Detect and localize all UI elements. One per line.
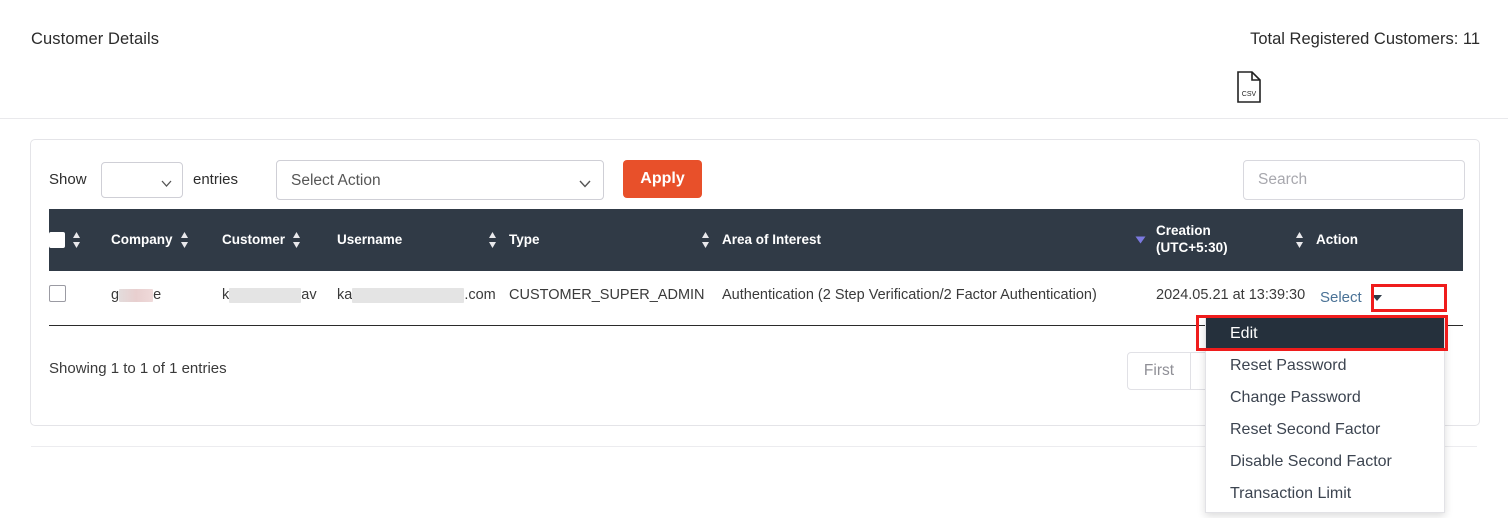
menu-item-transaction-limit[interactable]: Transaction Limit	[1206, 478, 1444, 510]
customer-table: Company Customer Username Type Area of I…	[49, 209, 1463, 326]
th-company[interactable]: Company	[111, 209, 222, 271]
svg-text:CSV: CSV	[1242, 91, 1257, 98]
show-label: Show	[49, 171, 87, 188]
table-header-row: Company Customer Username Type Area of I…	[49, 209, 1463, 271]
caret-down-icon-row-action	[1371, 295, 1382, 302]
showing-entries-text: Showing 1 to 1 of 1 entries	[49, 360, 227, 377]
customer-suffix: av	[301, 287, 317, 303]
redacted-company	[119, 288, 154, 302]
company-suffix: e	[153, 287, 162, 303]
th-creation[interactable]: Creation (UTC+5:30)	[1156, 209, 1316, 271]
sort-icon-area-of-interest-desc[interactable]	[1135, 236, 1146, 244]
redacted-username	[352, 287, 465, 303]
csv-export-icon[interactable]: CSV	[1237, 71, 1261, 103]
page-title: Customer Details	[31, 30, 160, 48]
th-creation-line1: Creation	[1156, 223, 1211, 239]
sort-icon-select-all[interactable]	[72, 231, 81, 249]
cell-row-checkbox[interactable]	[49, 271, 111, 326]
row-action-dropdown-menu: Edit Reset Password Change Password Rese…	[1205, 318, 1445, 513]
th-creation-line2: (UTC+5:30)	[1156, 240, 1228, 255]
row-select-checkbox[interactable]	[49, 285, 66, 302]
username-prefix: ka	[337, 287, 353, 303]
th-action: Action	[1316, 209, 1463, 271]
sort-icon-username[interactable]	[488, 231, 497, 249]
menu-item-change-password[interactable]: Change Password	[1206, 382, 1444, 414]
cell-customer: k av	[222, 271, 337, 326]
entries-label: entries	[193, 171, 239, 188]
sort-icon-company[interactable]	[180, 231, 189, 249]
entries-per-page-select[interactable]	[101, 162, 183, 198]
menu-item-reset-password[interactable]: Reset Password	[1206, 350, 1444, 382]
pagination-first-button[interactable]: First	[1127, 352, 1191, 390]
sort-icon-type[interactable]	[701, 231, 710, 249]
username-suffix: .com	[464, 287, 496, 303]
table-toolbar: Show entries Select Action Apply	[31, 140, 1479, 209]
apply-button[interactable]: Apply	[623, 160, 702, 198]
header-divider	[0, 118, 1508, 119]
sort-icon-customer[interactable]	[292, 231, 301, 249]
cell-area-of-interest: Authentication (2 Step Verification/2 Fa…	[722, 271, 1156, 326]
select-action-dropdown[interactable]: Select Action	[276, 160, 604, 200]
cell-username: ka .com	[337, 271, 509, 326]
th-creation-label: Creation (UTC+5:30)	[1156, 223, 1228, 257]
search-input[interactable]	[1243, 160, 1465, 200]
company-prefix: g	[111, 287, 120, 303]
cell-company: ge	[111, 271, 222, 326]
th-type[interactable]: Type	[509, 209, 722, 271]
row-action-select-button[interactable]: Select	[1316, 285, 1386, 311]
redacted-customer	[229, 287, 302, 303]
th-area-of-interest[interactable]: Area of Interest	[722, 209, 1156, 271]
customer-details-page: Customer Details Total Registered Custom…	[0, 0, 1508, 518]
sort-icon-creation[interactable]	[1295, 231, 1304, 249]
menu-item-disable-second-factor[interactable]: Disable Second Factor	[1206, 446, 1444, 478]
th-type-label: Type	[509, 231, 540, 247]
cell-type: CUSTOMER_SUPER_ADMIN	[509, 271, 722, 326]
th-action-label: Action	[1316, 231, 1358, 247]
row-action-select-label: Select	[1320, 289, 1362, 306]
th-customer[interactable]: Customer	[222, 209, 337, 271]
th-username[interactable]: Username	[337, 209, 509, 271]
th-customer-label: Customer	[222, 231, 286, 247]
th-area-of-interest-label: Area of Interest	[722, 231, 822, 247]
th-company-label: Company	[111, 231, 173, 247]
th-username-label: Username	[337, 231, 403, 247]
menu-item-reset-second-factor[interactable]: Reset Second Factor	[1206, 414, 1444, 446]
th-select-all[interactable]	[49, 209, 111, 271]
menu-item-edit[interactable]: Edit	[1206, 318, 1444, 350]
total-registered-customers: Total Registered Customers: 11	[1250, 30, 1480, 48]
customer-prefix: k	[222, 287, 230, 303]
select-all-checkbox[interactable]	[49, 232, 65, 248]
